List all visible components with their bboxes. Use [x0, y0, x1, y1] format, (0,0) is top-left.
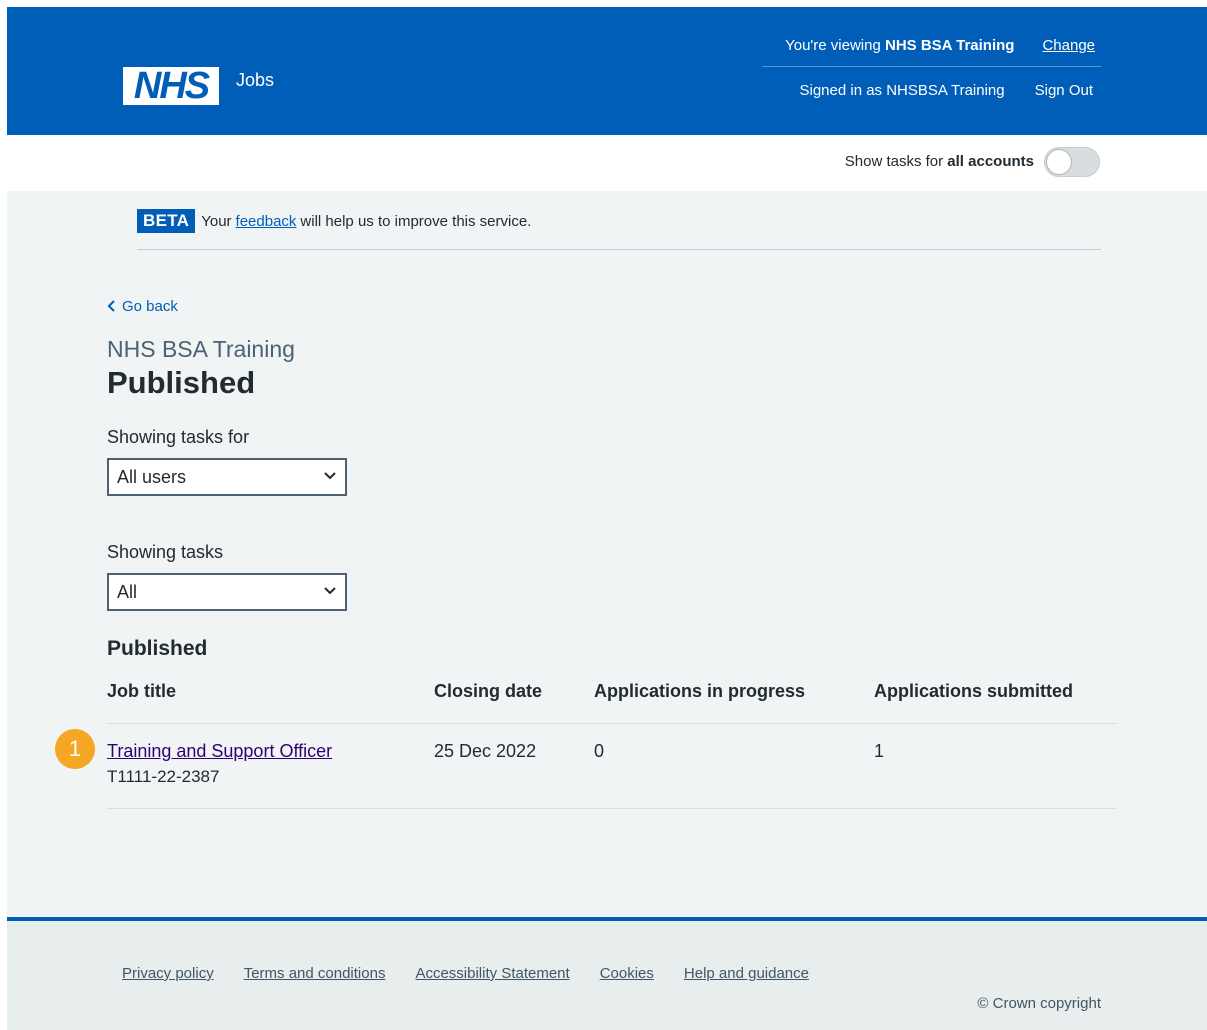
beta-banner: BETA Your feedback will help us to impro…	[137, 209, 531, 233]
table-cell-in-progress: 0	[594, 741, 605, 761]
page-frame: NHS Jobs You're viewing NHS BSA Training…	[7, 7, 1207, 1030]
column-header-closing-date: Closing date	[434, 681, 543, 701]
feedback-link[interactable]: feedback	[236, 213, 297, 230]
beta-tag: BETA	[137, 209, 196, 233]
table-heading: Published	[107, 637, 208, 660]
column-header-submitted: Applications submitted	[874, 681, 1074, 701]
nhs-logo[interactable]: NHS	[123, 67, 219, 105]
column-header-in-progress: Applications in progress	[594, 681, 806, 701]
page-title: Published	[107, 365, 256, 400]
account-viewing-row: You're viewing NHS BSA Training Change	[785, 37, 1095, 54]
beta-divider	[137, 249, 1101, 250]
logo-group[interactable]: NHS Jobs	[123, 67, 274, 105]
all-accounts-bar: Show tasks for all accounts	[7, 135, 1207, 191]
table-row-divider	[107, 808, 1116, 809]
table-cell-submitted: 1	[874, 741, 885, 761]
step-number-badge: 1	[55, 729, 95, 769]
footer-links: Privacy policy Terms and conditions Acce…	[122, 965, 809, 982]
viewing-prefix: You're viewing	[785, 37, 885, 54]
footer-link-cookies[interactable]: Cookies	[600, 965, 654, 982]
account-signin-row: Signed in as NHSBSA Training Sign Out	[800, 82, 1094, 99]
site-header: NHS Jobs You're viewing NHS BSA Training…	[7, 7, 1207, 135]
chevron-down-icon	[324, 587, 336, 595]
service-name: Jobs	[236, 69, 275, 90]
users-filter-select[interactable]: All users	[107, 458, 347, 496]
org-caption: NHS BSA Training	[107, 336, 295, 362]
chevron-down-icon	[324, 472, 336, 480]
job-reference: T1111-22-2387	[107, 767, 220, 786]
table-cell-closing-date: 25 Dec 2022	[434, 741, 537, 761]
all-accounts-toggle[interactable]	[1044, 147, 1100, 177]
column-header-job-title: Job title	[107, 681, 177, 701]
job-title-link[interactable]: Training and Support Officer	[107, 741, 332, 761]
toggle-knob	[1047, 150, 1071, 174]
tasks-filter-value: All	[117, 581, 138, 602]
table-cell-job-title: Training and Support Officer	[107, 741, 332, 762]
table-header-divider	[107, 723, 1116, 724]
change-account-link[interactable]: Change	[1042, 37, 1095, 54]
viewing-org: NHS BSA Training	[884, 37, 1015, 54]
footer-link-terms[interactable]: Terms and conditions	[244, 965, 386, 982]
users-filter-label: Showing tasks for	[107, 427, 250, 447]
nhs-logo-text: NHS	[133, 65, 210, 107]
toggle-label-bold: all accounts	[947, 153, 1034, 170]
site-footer: Privacy policy Terms and conditions Acce…	[7, 917, 1207, 1030]
users-filter-value: All users	[117, 466, 187, 487]
go-back-link[interactable]: Go back	[107, 298, 178, 315]
sign-out-link[interactable]: Sign Out	[1035, 82, 1093, 99]
footer-link-accessibility[interactable]: Accessibility Statement	[415, 965, 569, 982]
go-back-label: Go back	[122, 298, 178, 315]
tasks-filter-label: Showing tasks	[107, 542, 224, 562]
beta-text-before: Your	[201, 212, 232, 230]
footer-link-help[interactable]: Help and guidance	[684, 965, 809, 982]
all-accounts-toggle-label: Show tasks for all accounts	[845, 153, 1034, 170]
copyright-text: © Crown copyright	[977, 995, 1101, 1012]
tasks-filter-select[interactable]: All	[107, 573, 347, 611]
toggle-label-prefix: Show tasks for	[844, 153, 948, 170]
viewing-text: You're viewing NHS BSA Training	[785, 37, 1014, 54]
footer-link-privacy[interactable]: Privacy policy	[122, 965, 214, 982]
beta-text-after: will help us to improve this service.	[300, 212, 532, 230]
signed-in-text: Signed in as NHSBSA Training	[799, 82, 1005, 99]
chevron-left-icon	[107, 299, 116, 314]
header-divider	[762, 66, 1101, 67]
